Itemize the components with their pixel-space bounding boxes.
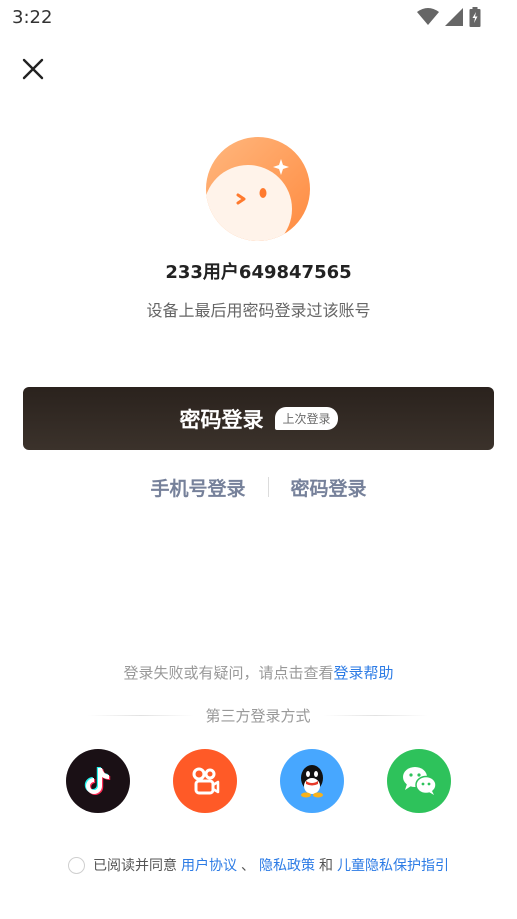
status-icons (417, 7, 481, 27)
third-party-title: 第三方登录方式 (205, 707, 311, 725)
password-login-button[interactable]: 密码登录 上次登录 (23, 387, 494, 450)
social-login-row (66, 749, 451, 813)
status-time: 3:22 (12, 7, 53, 28)
close-icon (22, 58, 44, 80)
avatar (206, 137, 310, 241)
qq-icon (301, 765, 323, 798)
kuaishou-login-button[interactable] (173, 749, 237, 813)
login-hint: 设备上最后用密码登录过该账号 (146, 301, 371, 320)
wechat-icon (403, 767, 437, 795)
douyin-icon (84, 767, 111, 795)
agreement-row: 已阅读并同意 用户协议 、 隐私政策 和 儿童隐私保护指引 (0, 855, 517, 875)
last-login-badge: 上次登录 (275, 407, 338, 430)
battery-icon (469, 7, 481, 27)
alt-login-methods: 手机号登录 密码登录 (0, 472, 517, 502)
user-agreement-link[interactable]: 用户协议 (181, 855, 237, 875)
help-prefix: 登录失败或有疑问，请点击查看 (123, 664, 334, 682)
close-button[interactable] (18, 54, 48, 84)
status-bar: 3:22 (0, 0, 517, 36)
douyin-login-button[interactable] (66, 749, 130, 813)
password-login-link[interactable]: 密码登录 (269, 474, 389, 501)
login-help: 登录失败或有疑问，请点击查看登录帮助 (0, 662, 517, 683)
signal-icon (445, 8, 463, 26)
agreement-conj: 和 (319, 858, 333, 874)
agreement-sep: 、 (241, 858, 255, 874)
avatar-mascot-icon (206, 137, 310, 241)
username: 233用户649847565 (165, 262, 352, 283)
child-privacy-link[interactable]: 儿童隐私保护指引 (337, 855, 449, 875)
help-link[interactable]: 登录帮助 (334, 664, 394, 682)
agreement-checkbox[interactable] (68, 856, 85, 874)
privacy-policy-link[interactable]: 隐私政策 (259, 855, 315, 875)
wechat-login-button[interactable] (387, 749, 451, 813)
agreement-prefix: 已阅读并同意 (93, 858, 177, 874)
kuaishou-icon (192, 767, 220, 795)
divider-line-right (322, 715, 429, 716)
third-party-divider: 第三方登录方式 (88, 705, 429, 726)
phone-login-link[interactable]: 手机号登录 (128, 474, 267, 501)
password-login-label: 密码登录 (179, 407, 264, 432)
wifi-icon (417, 8, 439, 25)
qq-login-button[interactable] (280, 749, 344, 813)
divider-line-left (88, 715, 194, 716)
